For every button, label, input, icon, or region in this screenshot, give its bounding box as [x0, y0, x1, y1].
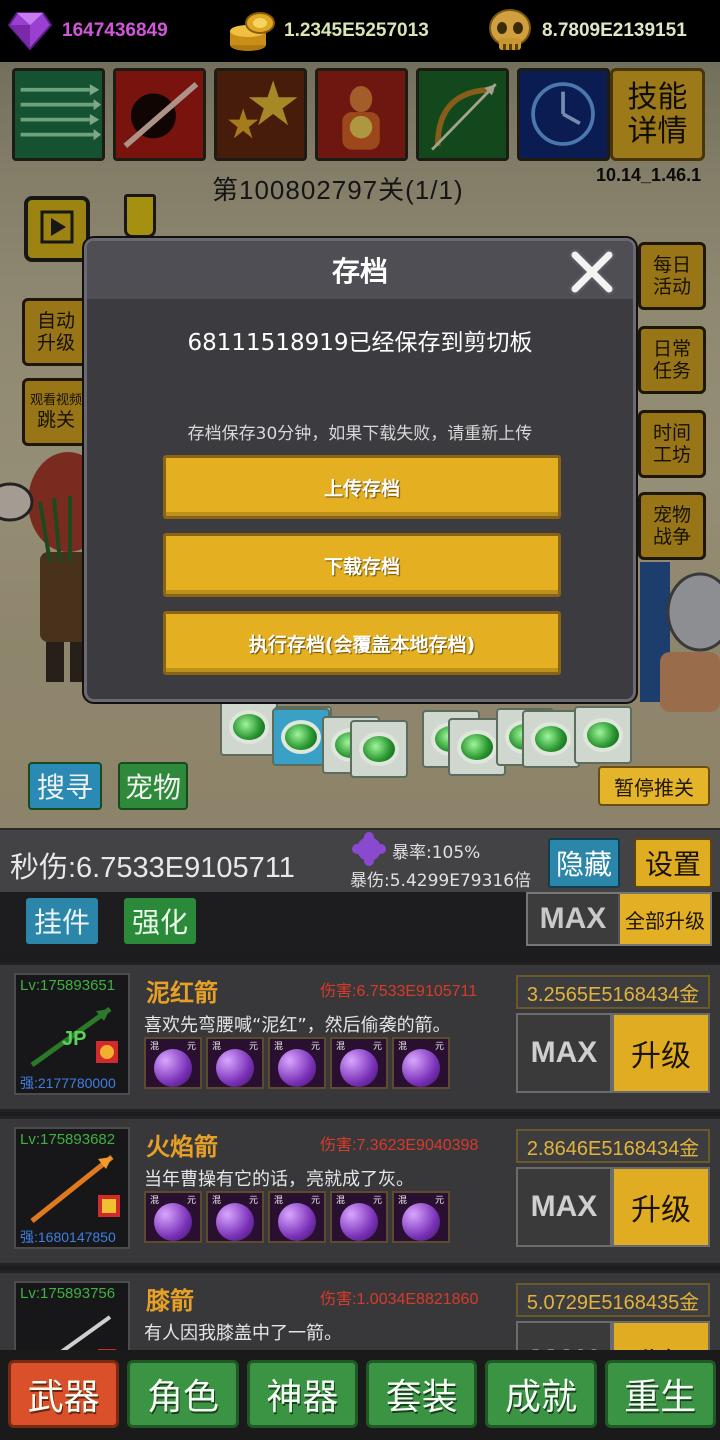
upgrade-cost: 2.8646E5168434金 [516, 1129, 710, 1163]
close-button[interactable] [563, 245, 621, 303]
weapon-row: Lv:175893651 JP 强:2177780000 泥红箭 伤害:6.75… [0, 962, 720, 1112]
weapon-description: 有人因我膝盖中了一箭。 [144, 1323, 342, 1344]
currency-bar: 1647436849 1.2345E5257013 8.7809E2139151 [0, 0, 720, 62]
weapon-description: 喜欢先弯腰喊“泥红”，然后偷袭的箭。 [144, 1015, 451, 1036]
nav-weapons[interactable]: 武器 [8, 1360, 120, 1428]
purple-puzzle-icon [352, 832, 386, 870]
upgrade-cost: 5.0729E5168435金 [516, 1283, 710, 1317]
yin-yang-orb-icon[interactable]: 混元 [206, 1037, 264, 1089]
weapon-damage: 伤害:1.0034E8821860 [320, 1291, 479, 1308]
weapon-upgrade-button[interactable]: 升级 [612, 1167, 710, 1247]
search-button[interactable]: 搜寻 [28, 762, 102, 810]
dialog-title: 存档 [331, 255, 388, 288]
weapon-strength: 强:2177780000 [20, 1075, 116, 1091]
weapon-icon-box: Lv:175893756 [14, 1281, 130, 1350]
weapon-upgrade-button[interactable]: 升级 [612, 1321, 710, 1350]
coin-value: 1.2345E5257013 [284, 20, 429, 41]
tab-pendant[interactable]: 挂件 [26, 898, 98, 944]
jp-arrow-icon: JP [30, 1006, 118, 1068]
download-save-button[interactable]: 下载存档 [163, 533, 561, 597]
hide-button[interactable]: 隐藏 [548, 838, 620, 888]
weapon-name: 泥红箭 [146, 979, 218, 1007]
weapon-row: Lv:175893756 膝箭 伤害:1.0034E8821860 有人因我膝盖… [0, 1270, 720, 1350]
weapon-level: Lv:175893651 [20, 977, 116, 994]
gem-drops [216, 694, 636, 810]
weapon-strength: 强:1680147850 [20, 1229, 116, 1245]
yin-yang-orb-icon[interactable]: 混元 [392, 1191, 450, 1243]
execute-save-button[interactable]: 执行存档(会覆盖本地存档) [163, 611, 561, 675]
bottom-nav: 武器 角色 神器 套装 成就 重生 [0, 1350, 720, 1440]
weapon-list[interactable]: Lv:175893651 JP 强:2177780000 泥红箭 伤害:6.75… [0, 952, 720, 1350]
stats-bar: 秒伤:6.7533E9105711 暴率:105% 暴伤:5.4299E7931… [0, 828, 720, 892]
green-gem-drop[interactable] [574, 706, 632, 764]
gem-counter: 1647436849 [4, 8, 168, 54]
yin-yang-orb-icon[interactable]: 混元 [268, 1037, 326, 1089]
max-all-button[interactable]: MAX [528, 894, 618, 944]
weapon-row: Lv:175893682 强:1680147850 火焰箭 伤害:7.3623E… [0, 1116, 720, 1266]
weapon-level: Lv:175893756 [20, 1285, 116, 1302]
gold-coins-icon [226, 8, 278, 54]
crit-rate: 暴率:105% [392, 843, 481, 863]
weapon-upgrade-button[interactable]: 升级 [612, 1013, 710, 1093]
weapon-icon-box: Lv:175893682 强:1680147850 [14, 1127, 130, 1249]
golden-skull-icon [484, 8, 536, 54]
fire-arrow-icon [30, 1155, 120, 1223]
green-gem-drop[interactable] [350, 720, 408, 778]
crit-damage: 暴伤:5.4299E79316倍 [350, 871, 532, 891]
weapon-name: 火焰箭 [146, 1133, 218, 1161]
save-dialog: 存档 68111518919已经保存到剪切板 存档保存30分钟，如果下载失败，请… [84, 238, 636, 702]
upgrade-cost: 3.2565E5168434金 [516, 975, 710, 1009]
dialog-header: 存档 [87, 241, 633, 299]
skull-value: 8.7809E2139151 [542, 20, 687, 41]
nav-set[interactable]: 套装 [365, 1360, 478, 1428]
upgrade-all-button[interactable]: 全部升级 [618, 894, 710, 944]
weapon-level: Lv:175893682 [20, 1131, 116, 1148]
save-note: 存档保存30分钟，如果下载失败，请重新上传 [187, 424, 533, 444]
upload-save-button[interactable]: 上传存档 [163, 455, 561, 519]
dps-value: 秒伤:6.7533E9105711 [10, 852, 295, 884]
weapon-max-button[interactable]: MAX [516, 1013, 612, 1093]
green-gem-drop[interactable] [522, 710, 580, 768]
yin-yang-orb-icon[interactable]: 混元 [330, 1191, 388, 1243]
yin-yang-orb-icon[interactable]: 混元 [144, 1037, 202, 1089]
nav-rebirth[interactable]: 重生 [604, 1360, 716, 1428]
orb-slots: 混元 混元 混元 混元 混元 [144, 1191, 450, 1243]
settings-button[interactable]: 设置 [634, 838, 712, 888]
purple-gem-icon [4, 8, 56, 54]
pet-button[interactable]: 宠物 [118, 762, 188, 810]
nav-artifact[interactable]: 神器 [246, 1360, 358, 1428]
max-upgrade-all-control: MAX 全部升级 [526, 892, 712, 946]
coin-counter: 1.2345E5257013 [226, 8, 429, 54]
skull-counter: 8.7809E2139151 [484, 8, 687, 54]
save-message: 68111518919已经保存到剪切板 [187, 330, 533, 356]
tab-enhance[interactable]: 强化 [124, 898, 196, 944]
weapon-description: 当年曹操有它的话，亮就成了灰。 [144, 1169, 414, 1190]
pause-push-button[interactable]: 暂停推关 [598, 766, 710, 806]
yin-yang-orb-icon[interactable]: 混元 [330, 1037, 388, 1089]
weapon-icon-box: Lv:175893651 JP 强:2177780000 [14, 973, 130, 1095]
green-gem-drop[interactable] [220, 698, 278, 756]
knee-arrow-icon [60, 1315, 116, 1350]
orb-slots: 混元 混元 混元 混元 混元 [144, 1037, 450, 1089]
weapon-max-button[interactable]: MAX [516, 1167, 612, 1247]
weapon-damage: 伤害:6.7533E9105711 [320, 983, 478, 1000]
gem-value: 1647436849 [62, 20, 168, 41]
weapon-name: 膝箭 [146, 1287, 194, 1315]
nav-character[interactable]: 角色 [127, 1360, 239, 1428]
nav-achievement[interactable]: 成就 [485, 1360, 597, 1428]
close-icon [565, 245, 619, 303]
svg-text:JP: JP [62, 1028, 86, 1050]
yin-yang-orb-icon[interactable]: 混元 [144, 1191, 202, 1243]
weapon-max-button[interactable]: MAX [516, 1321, 612, 1350]
weapon-damage: 伤害:7.3623E9040398 [320, 1137, 479, 1154]
yin-yang-orb-icon[interactable]: 混元 [206, 1191, 264, 1243]
yin-yang-orb-icon[interactable]: 混元 [392, 1037, 450, 1089]
yin-yang-orb-icon[interactable]: 混元 [268, 1191, 326, 1243]
